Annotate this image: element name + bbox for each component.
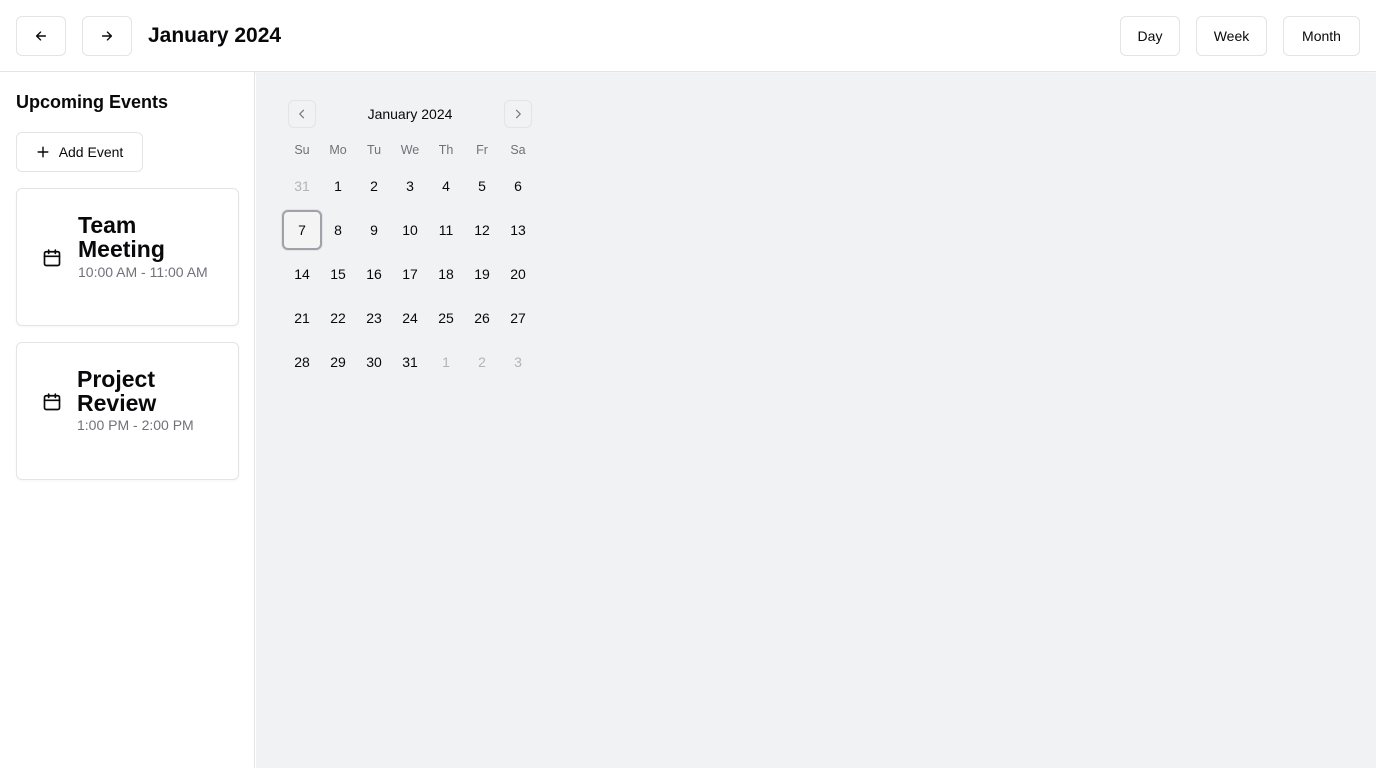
- calendar-day-selected[interactable]: 7: [282, 210, 322, 250]
- calendar-day[interactable]: 24: [392, 298, 428, 338]
- week-view-button[interactable]: Week: [1196, 16, 1267, 56]
- calendar-day[interactable]: 1: [428, 342, 464, 382]
- calendar-week-row: 14 15 16 17 18 19 20: [284, 254, 536, 294]
- month-view-button[interactable]: Month: [1283, 16, 1360, 56]
- weekday-label: Mo: [329, 143, 347, 157]
- weekday-label: Th: [438, 143, 454, 157]
- calendar-day[interactable]: 10: [392, 210, 428, 250]
- weekday-label: Fr: [476, 143, 488, 157]
- calendar-day[interactable]: 29: [320, 342, 356, 382]
- calendar-day[interactable]: 13: [500, 210, 536, 250]
- calendar-day[interactable]: 5: [464, 166, 500, 206]
- calendar-day[interactable]: 20: [500, 254, 536, 294]
- calendar-grid: Su Mo Tu We Th Fr Sa 31 1 2 3 4 5 6 7 8 9 10 11 12 13 14 15 16…: [282, 140, 536, 382]
- calendar-day[interactable]: 2: [464, 342, 500, 382]
- calendar-day[interactable]: 25: [428, 298, 464, 338]
- calendar-next-button[interactable]: [504, 100, 532, 128]
- arrow-left-icon: [35, 31, 47, 41]
- chevron-left-icon: [299, 109, 305, 119]
- weekday-label: Sa: [510, 143, 526, 157]
- weekday-label: Tu: [366, 143, 382, 157]
- calendar-icon: [43, 249, 61, 267]
- next-month-button[interactable]: [82, 16, 132, 56]
- calendar-month-label: January 2024: [367, 106, 453, 122]
- event-time: 10:00 AM - 11:00 AM: [78, 264, 208, 280]
- calendar-day[interactable]: 6: [500, 166, 536, 206]
- calendar-day[interactable]: 27: [500, 298, 536, 338]
- weekday-header: Su Mo Tu We Th Fr Sa: [284, 140, 536, 160]
- chevron-right-icon: [515, 109, 521, 119]
- main-content: January 2024 Su Mo Tu We Th Fr Sa 31 1 2 3 4 5 6 7 8 9 1…: [256, 73, 1376, 768]
- calendar-previous-button[interactable]: [288, 100, 316, 128]
- weekday-label: We: [400, 143, 420, 157]
- calendar-day[interactable]: 3: [392, 166, 428, 206]
- calendar-day[interactable]: 8: [320, 210, 356, 250]
- plus-icon: [37, 146, 49, 158]
- calendar-week-row: 7 8 9 10 11 12 13: [282, 210, 536, 250]
- add-event-label: Add Event: [58, 144, 124, 160]
- calendar-week-row: 31 1 2 3 4 5 6: [284, 166, 536, 206]
- event-card-team-meeting[interactable]: Team Meeting 10:00 AM - 11:00 AM: [16, 188, 239, 326]
- calendar-week-row: 28 29 30 31 1 2 3: [284, 342, 536, 382]
- calendar-day[interactable]: 19: [464, 254, 500, 294]
- calendar-day[interactable]: 30: [356, 342, 392, 382]
- calendar-day[interactable]: 9: [356, 210, 392, 250]
- event-title: Team Meeting: [78, 212, 165, 262]
- previous-month-button[interactable]: [16, 16, 66, 56]
- upcoming-events-heading: Upcoming Events: [16, 92, 169, 112]
- calendar-day[interactable]: 16: [356, 254, 392, 294]
- arrow-right-icon: [101, 31, 113, 41]
- calendar-day[interactable]: 12: [464, 210, 500, 250]
- calendar-day[interactable]: 4: [428, 166, 464, 206]
- calendar-day[interactable]: 18: [428, 254, 464, 294]
- calendar-day[interactable]: 22: [320, 298, 356, 338]
- calendar-day[interactable]: 11: [428, 210, 464, 250]
- calendar-day[interactable]: 3: [500, 342, 536, 382]
- calendar-day[interactable]: 26: [464, 298, 500, 338]
- weekday-label: Su: [294, 143, 310, 157]
- calendar-icon: [43, 393, 61, 411]
- calendar-day[interactable]: 23: [356, 298, 392, 338]
- sidebar: Upcoming Events Add Event Team Meeting 1…: [0, 72, 255, 768]
- calendar-day[interactable]: 21: [284, 298, 320, 338]
- calendar-week-row: 21 22 23 24 25 26 27: [284, 298, 536, 338]
- calendar-day[interactable]: 17: [392, 254, 428, 294]
- day-view-button[interactable]: Day: [1120, 16, 1180, 56]
- top-bar: January 2024 Day Week Month: [0, 0, 1376, 72]
- calendar-day[interactable]: 15: [320, 254, 356, 294]
- calendar-day[interactable]: 1: [320, 166, 356, 206]
- calendar-day[interactable]: 28: [284, 342, 320, 382]
- page-title: January 2024: [148, 24, 282, 47]
- event-title: Project Review: [77, 366, 157, 416]
- add-event-button[interactable]: Add Event: [16, 132, 143, 172]
- calendar-day[interactable]: 14: [284, 254, 320, 294]
- event-card-project-review[interactable]: Project Review 1:00 PM - 2:00 PM: [16, 342, 239, 480]
- calendar-day[interactable]: 31: [392, 342, 428, 382]
- calendar-day[interactable]: 31: [284, 166, 320, 206]
- calendar-day[interactable]: 2: [356, 166, 392, 206]
- event-time: 1:00 PM - 2:00 PM: [77, 417, 194, 433]
